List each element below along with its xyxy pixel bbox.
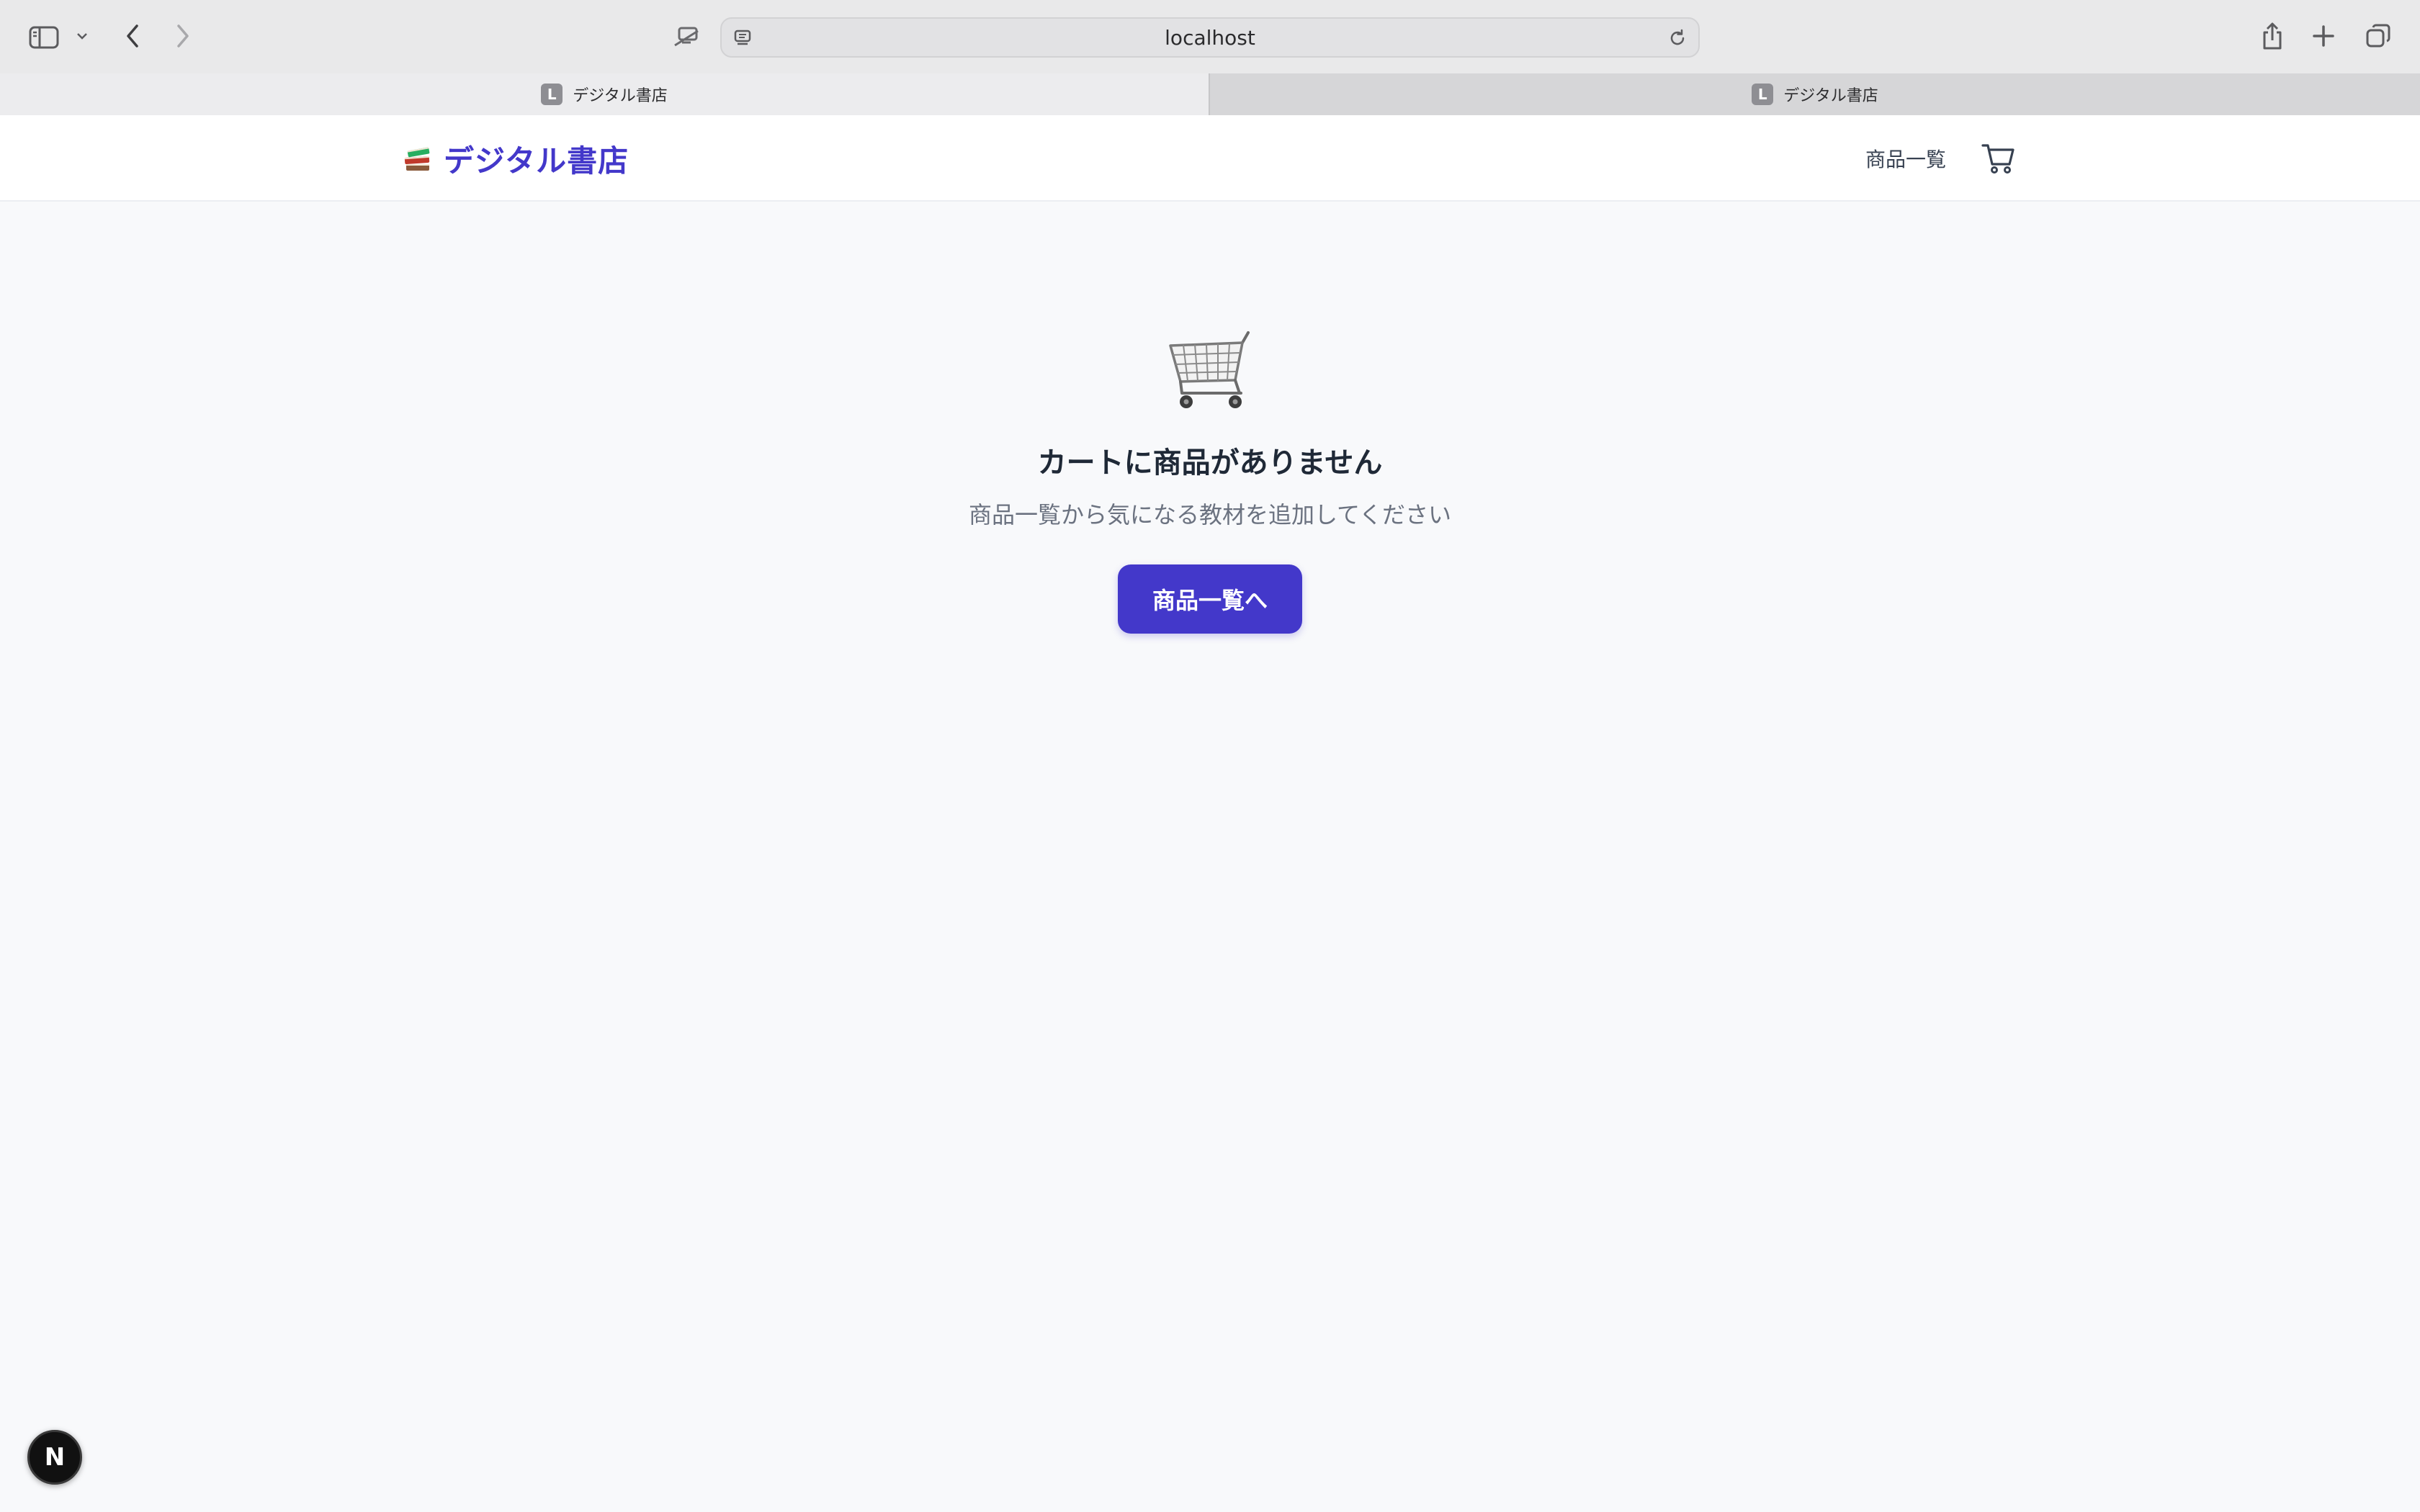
address-bar[interactable]: localhost — [720, 17, 1700, 58]
share-icon[interactable] — [2256, 19, 2289, 53]
chevron-down-icon[interactable] — [73, 27, 91, 45]
tab-inactive[interactable]: L デジタル書店 — [1209, 73, 2420, 115]
tab-bar: L デジタル書店 L デジタル書店 — [0, 73, 2420, 115]
sidebar-toggle-icon[interactable] — [26, 22, 62, 53]
empty-cart-title: カートに商品がありません — [1037, 446, 1383, 480]
books-icon — [404, 147, 430, 171]
forward-arrow-icon[interactable] — [170, 22, 196, 50]
url-text[interactable]: localhost — [722, 19, 1698, 56]
dev-tools-badge[interactable]: N — [27, 1430, 82, 1485]
cart-icon[interactable] — [1981, 141, 2017, 176]
shopping-cart-icon — [1169, 331, 1250, 408]
tab-active[interactable]: L デジタル書店 — [0, 73, 1209, 115]
back-arrow-icon[interactable] — [120, 22, 145, 50]
reload-icon[interactable] — [1665, 26, 1690, 50]
tab-overview-icon[interactable] — [2362, 22, 2394, 50]
go-to-products-button[interactable]: 商品一覧へ — [1118, 564, 1302, 634]
tab-label: デジタル書店 — [573, 87, 668, 105]
browser-toolbar: localhost — [0, 0, 2420, 73]
nav-products-link[interactable]: 商品一覧 — [1865, 144, 1946, 173]
tab-favicon: L — [541, 84, 563, 105]
logo-text: デジタル書店 — [444, 143, 629, 179]
empty-cart-section: カートに商品がありません 商品一覧から気になる教材を追加してください 商品一覧へ — [0, 324, 2420, 634]
privacy-report-icon[interactable] — [670, 23, 703, 52]
empty-cart-subtitle: 商品一覧から気になる教材を追加してください — [968, 501, 1452, 528]
new-tab-icon[interactable] — [2309, 22, 2338, 50]
site-logo[interactable]: デジタル書店 — [402, 135, 629, 181]
tab-favicon: L — [1752, 84, 1774, 105]
site-header: デジタル書店 商品一覧 — [0, 115, 2420, 202]
tab-label: デジタル書店 — [1783, 87, 1878, 105]
